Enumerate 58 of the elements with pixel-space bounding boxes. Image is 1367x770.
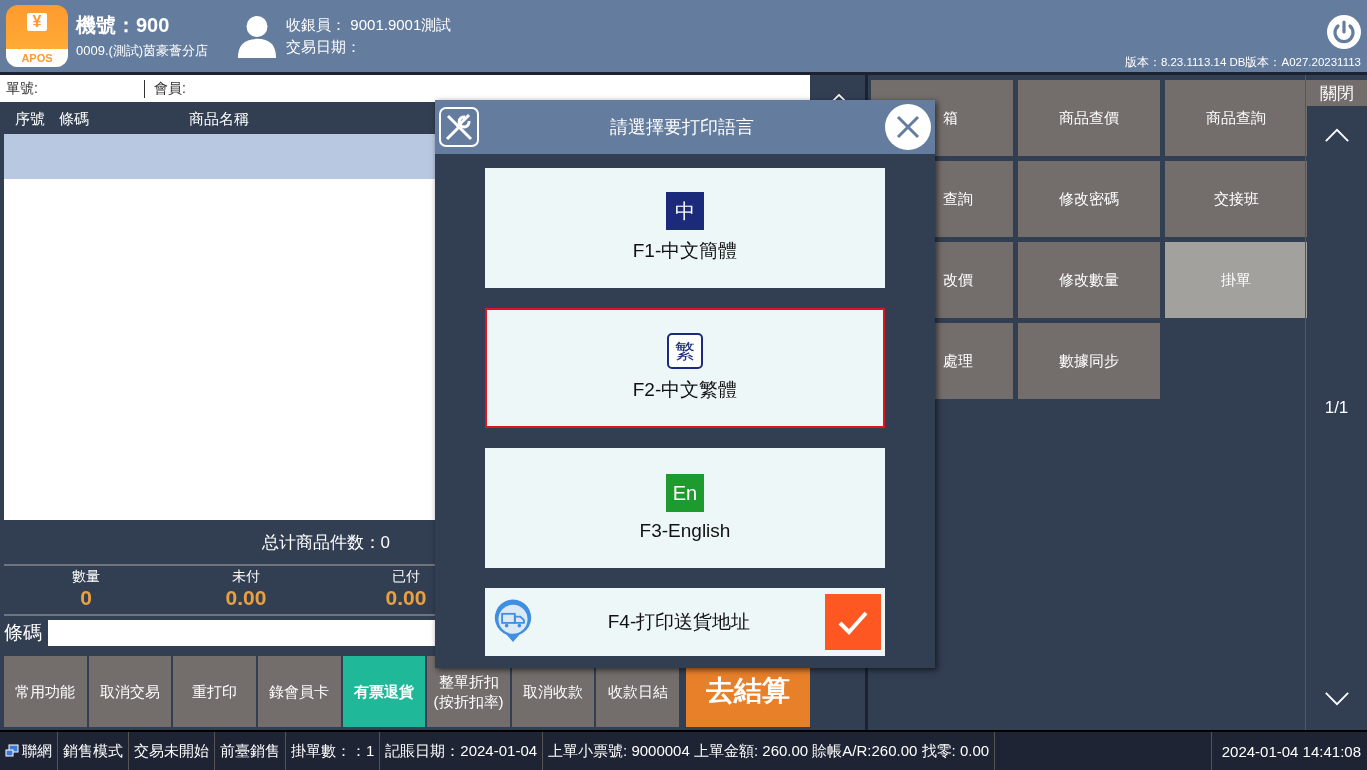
status-item: 銷售模式 (58, 732, 129, 770)
language-option[interactable]: En F3-English (485, 448, 885, 568)
function-button[interactable]: 修改密碼 (1018, 161, 1160, 237)
network-status: 聯網 (22, 741, 52, 761)
action-button[interactable]: 常用功能 (4, 656, 87, 727)
function-button[interactable]: 掛單 (1165, 242, 1307, 318)
member-label: 會員: (153, 79, 186, 98)
summary-value: 0.00 (225, 586, 267, 610)
caret-up-icon[interactable] (1323, 128, 1350, 143)
function-button[interactable]: 數據同步 (1018, 323, 1160, 399)
language-badge: 繁 (667, 333, 703, 369)
page-indicator: 1/1 (1324, 398, 1349, 418)
barcode-label: 條碼 (4, 621, 42, 645)
dialog-title: 請選擇要打印語言 (609, 116, 755, 139)
status-item: 前臺銷售 (215, 732, 286, 770)
language-badge: 中 (666, 192, 704, 230)
status-item: 交易未開始 (129, 732, 215, 770)
summary-label: 未付 (232, 567, 260, 586)
network-icon (5, 744, 19, 758)
address-option-label: F4-打印送貨地址 (606, 610, 752, 634)
version-label: 版本：8.23.1113.14 DB版本：A027.20231113 (1124, 55, 1361, 70)
user-icon (236, 13, 279, 59)
summary-label: 已付 (392, 567, 420, 586)
function-button[interactable]: 交接班 (1165, 161, 1307, 237)
terminal-number: 機號：900 (76, 13, 171, 38)
total-count-label: 总计商品件数：0 (261, 531, 390, 554)
language-option[interactable]: 繁 F2-中文繁體 (485, 308, 885, 428)
language-option[interactable]: 中 F1-中文簡體 (485, 168, 885, 288)
close-panel-button[interactable]: 關閉 (1306, 80, 1367, 106)
column-header: 商品名稱 (189, 109, 249, 129)
address-option-row[interactable]: F4-打印送貨地址 (485, 588, 885, 656)
summary-value: 0 (80, 586, 92, 610)
function-button[interactable]: 商品查價 (1018, 80, 1160, 156)
close-icon[interactable] (885, 104, 931, 150)
order-number-label: 單號: (6, 79, 145, 98)
cashier-label: 收銀員： 9001.9001測試 (286, 15, 452, 35)
logo-symbol: ¥ (26, 13, 48, 31)
action-button[interactable]: 重打印 (173, 656, 256, 727)
power-icon[interactable] (1327, 15, 1361, 49)
status-item: 掛單數：：1 (286, 732, 381, 770)
action-button[interactable]: 取消交易 (88, 656, 172, 727)
logo-text: APOS (6, 49, 68, 67)
caret-down-icon[interactable] (1323, 691, 1350, 706)
clock-label: 2024-01-04 14:41:08 (1210, 732, 1367, 770)
summary-label: 數量 (72, 567, 100, 586)
action-button[interactable]: 錄會員卡 (257, 656, 341, 727)
status-item: 上單小票號: 9000004 上單金額: 260.00 賒帳A/R:260.00 找零: 0.00 (543, 732, 996, 770)
language-badge: En (666, 474, 704, 512)
function-button[interactable]: 商品查詢 (1165, 80, 1307, 156)
tools-icon (439, 107, 479, 147)
column-header: 條碼 (59, 109, 90, 129)
status-item: 記賬日期：2024-01-04 (380, 732, 544, 770)
function-button[interactable]: 修改數量 (1018, 242, 1160, 318)
summary-value: 0.00 (385, 586, 427, 610)
store-name: 0009.(測試)茵豪薈分店 (76, 42, 209, 60)
checkbox[interactable] (825, 594, 881, 650)
column-header: 序號 (15, 109, 46, 129)
trade-date-label: 交易日期： (286, 37, 363, 57)
